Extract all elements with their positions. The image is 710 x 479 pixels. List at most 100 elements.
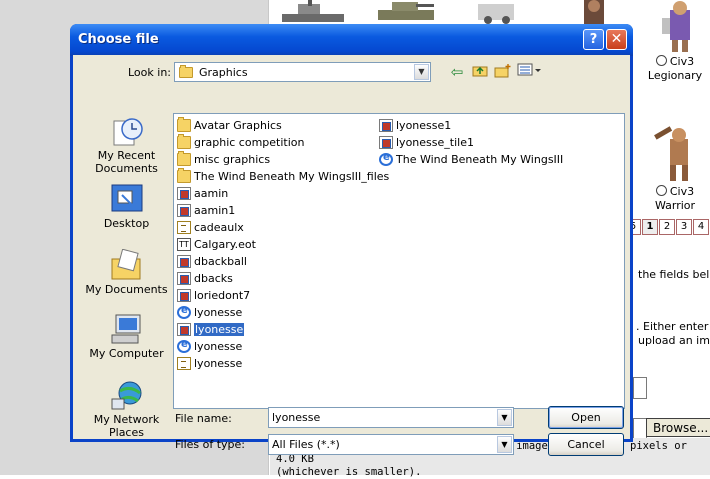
- look-in-label: Look in:: [128, 66, 171, 79]
- unit-pager: 5 1 2 3 4: [625, 219, 710, 235]
- file-list-item[interactable]: graphic competition: [177, 133, 305, 150]
- file-list-item[interactable]: The Wind Beneath My WingsIII: [379, 151, 563, 167]
- file-name-text: Avatar Graphics: [194, 118, 282, 132]
- cannon-sprite-icon: [478, 4, 514, 24]
- chevron-down-icon[interactable]: ▼: [414, 64, 429, 80]
- unit-warrior: Civ3 Warrior: [654, 185, 696, 212]
- file-list-item[interactable]: aamin: [177, 185, 228, 201]
- radio-legionary[interactable]: [655, 55, 667, 66]
- file-name-text: lyonesse: [194, 339, 243, 353]
- file-list-item[interactable]: The Wind Beneath My WingsIII_files: [177, 167, 390, 184]
- warrior-sprite-icon: [654, 126, 688, 181]
- folder-file-icon: [177, 150, 191, 166]
- pager-page[interactable]: 3: [676, 219, 692, 235]
- web-file-icon: [177, 339, 191, 353]
- file-name-text: dbacks: [194, 271, 233, 285]
- file-name-label: File name:: [175, 412, 232, 425]
- file-list-item[interactable]: lyonesse_tile1: [379, 134, 474, 150]
- close-button[interactable]: ✕: [606, 29, 627, 50]
- file-name-text: aamin1: [194, 203, 236, 217]
- files-of-type-label: Files of type:: [175, 438, 246, 451]
- folder-icon: [179, 65, 193, 78]
- pager-page[interactable]: 4: [693, 219, 709, 235]
- up-folder-icon[interactable]: [470, 63, 490, 81]
- file-list-item[interactable]: lyonesse: [177, 355, 242, 371]
- unit-legionary: Civ3 Legionary: [647, 55, 703, 82]
- file-name-text: The Wind Beneath My WingsIII_files: [194, 169, 390, 183]
- my-computer-icon: [110, 313, 144, 345]
- place-my-recent-documents[interactable]: My Recent Documents: [81, 115, 172, 175]
- tank-sprite-icon: [378, 2, 434, 20]
- radio-warrior[interactable]: [655, 185, 667, 196]
- places-bar: My Recent Documents Desktop My Documents…: [81, 115, 172, 439]
- pager-page[interactable]: 2: [659, 219, 675, 235]
- choose-file-dialog: Choose file ? ✕ Look in: Graphics ▼ ⇦ My…: [70, 24, 633, 456]
- browse-button[interactable]: Browse...: [646, 418, 710, 437]
- file-list-item[interactable]: dbackball: [177, 253, 247, 269]
- dialog-titlebar[interactable]: Choose file ? ✕: [70, 24, 633, 56]
- pager-page-current[interactable]: 1: [642, 219, 658, 235]
- file-list-item[interactable]: dbacks: [177, 270, 233, 286]
- file-name-input[interactable]: lyonesse ▼: [268, 407, 514, 428]
- file-name-text: lyonesse: [194, 356, 243, 370]
- image-file-icon: [177, 203, 191, 217]
- help-button[interactable]: ?: [583, 29, 604, 50]
- place-my-network-places[interactable]: My Network Places: [81, 379, 172, 439]
- folder-file-icon: [177, 167, 191, 183]
- upload-text: upload an im: [638, 334, 710, 347]
- file-list-item[interactable]: Avatar Graphics: [177, 116, 282, 133]
- text-file-icon: [177, 220, 191, 234]
- files-of-type-select[interactable]: All Files (*.*) ▼: [268, 434, 514, 455]
- file-list-item[interactable]: lyonesse: [177, 304, 242, 320]
- open-button[interactable]: Open: [548, 406, 624, 429]
- my-documents-icon: [110, 248, 144, 281]
- cancel-button[interactable]: Cancel: [548, 433, 624, 456]
- recent-documents-icon: [110, 115, 144, 147]
- file-list-item[interactable]: lyonesse1: [379, 117, 451, 133]
- image-file-icon: [177, 254, 191, 268]
- chevron-down-icon[interactable]: ▼: [497, 409, 512, 426]
- file-name-text: misc graphics: [194, 152, 271, 166]
- file-list-item[interactable]: aamin1: [177, 202, 235, 218]
- file-list-item[interactable]: cadeaulx: [177, 219, 244, 235]
- chevron-down-icon[interactable]: ▼: [497, 436, 512, 453]
- file-name-text: lyonesse: [194, 322, 245, 336]
- file-name-text: aamin: [194, 186, 229, 200]
- folder-file-icon: [177, 133, 191, 149]
- place-my-documents[interactable]: My Documents: [81, 248, 172, 296]
- file-list-item[interactable]: misc graphics: [177, 150, 271, 167]
- upload-path-input[interactable]: [633, 418, 647, 439]
- text-file-icon: [177, 356, 191, 370]
- look-in-select[interactable]: Graphics ▼: [174, 62, 431, 82]
- file-name-text: Calgary.eot: [194, 237, 256, 251]
- new-folder-icon[interactable]: [493, 63, 513, 81]
- url-input[interactable]: [633, 377, 647, 399]
- file-name-text: lyonesse1: [396, 118, 452, 132]
- image-file-icon: [379, 118, 393, 132]
- back-arrow-icon[interactable]: ⇦: [447, 63, 467, 81]
- web-file-icon: [379, 152, 393, 166]
- file-name-text: lyonesse: [194, 305, 243, 319]
- instructions-text: the fields bel: [638, 268, 710, 281]
- warrior-sprite-top-icon: [584, 0, 604, 24]
- dialog-title: Choose file: [78, 32, 159, 47]
- image-file-icon: [177, 271, 191, 285]
- file-name-text: lyonesse_tile1: [396, 135, 474, 149]
- desktop-icon: [110, 183, 144, 215]
- file-list-item[interactable]: lyonesse: [177, 321, 245, 337]
- file-list[interactable]: Avatar Graphics graphic competition misc g…: [173, 113, 625, 409]
- place-desktop[interactable]: Desktop: [81, 183, 172, 230]
- file-name-text: loriedont7: [194, 288, 251, 302]
- legionary-sprite-icon: [662, 1, 690, 52]
- file-list-item[interactable]: TT Calgary.eot: [177, 236, 256, 252]
- file-list-item[interactable]: loriedont7: [177, 287, 250, 303]
- file-list-item[interactable]: lyonesse: [177, 338, 242, 354]
- web-file-icon: [177, 305, 191, 319]
- font-file-icon: TT: [177, 237, 191, 251]
- image-file-icon: [379, 135, 393, 149]
- file-name-text: The Wind Beneath My WingsIII: [396, 152, 564, 166]
- file-name-text: graphic competition: [194, 135, 305, 149]
- place-my-computer[interactable]: My Computer: [81, 313, 172, 360]
- view-menu-icon[interactable]: [517, 63, 543, 81]
- folder-file-icon: [177, 116, 191, 132]
